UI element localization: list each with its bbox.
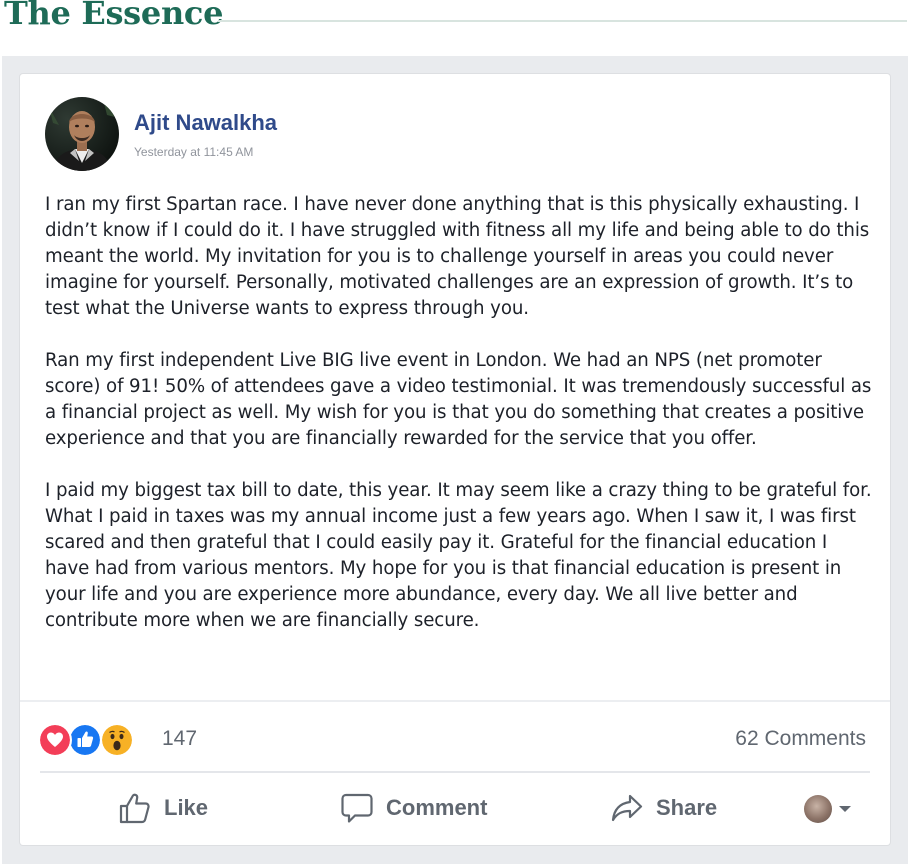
caret-down-icon — [839, 806, 851, 812]
share-button[interactable]: Share — [610, 790, 717, 826]
post-paragraph: I paid my biggest tax bill to date, this… — [45, 480, 872, 631]
actions-divider — [40, 771, 870, 773]
author-avatar[interactable] — [45, 97, 119, 171]
reactions-summary[interactable]: 147 — [40, 725, 240, 755]
comment-bubble-icon — [341, 793, 373, 823]
post-timestamp[interactable]: Yesterday at 11:45 AM — [134, 145, 253, 159]
share-arrow-icon — [611, 794, 643, 822]
content-divider — [20, 700, 890, 702]
wow-icon — [102, 725, 132, 755]
post-paragraph: I ran my first Spartan race. I have neve… — [45, 194, 870, 319]
facebook-post-card: Ajit Nawalkha Yesterday at 11:45 AM I ra… — [20, 74, 890, 845]
author-avatar-image — [45, 97, 119, 171]
post-body: I ran my first Spartan race. I have neve… — [45, 192, 875, 660]
comment-button-label: Comment — [386, 795, 488, 820]
like-button[interactable]: Like — [118, 790, 208, 826]
share-button-label: Share — [656, 795, 718, 820]
site-header: The Essence — [0, 0, 911, 40]
love-icon — [40, 725, 70, 755]
reaction-as-selector[interactable] — [804, 794, 860, 824]
comment-button[interactable]: Comment — [340, 790, 487, 826]
post-paragraph: Ran my first independent Live BIG live e… — [45, 350, 872, 449]
thumbs-up-icon — [119, 793, 150, 824]
comments-count[interactable]: 62 Comments — [735, 727, 866, 751]
reaction-count[interactable]: 147 — [162, 727, 197, 751]
author-name[interactable]: Ajit Nawalkha — [134, 110, 277, 136]
current-user-avatar — [804, 795, 832, 823]
like-icon — [70, 725, 100, 755]
site-title: The Essence — [4, 0, 224, 32]
header-divider — [218, 20, 907, 22]
like-button-label: Like — [164, 795, 209, 820]
